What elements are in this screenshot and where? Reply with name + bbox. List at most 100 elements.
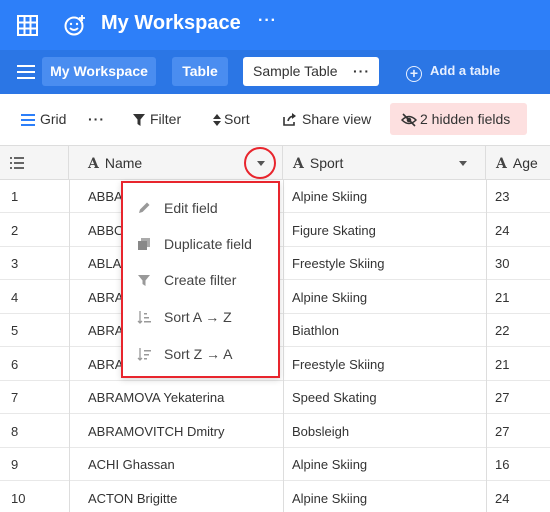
row-number-cell[interactable]: 1 (11, 180, 18, 213)
view-more-button[interactable]: ··· (88, 111, 105, 127)
row-list-icon (10, 157, 24, 169)
age-cell[interactable]: 22 (495, 314, 509, 347)
column-divider (486, 180, 487, 512)
age-cell[interactable]: 23 (495, 180, 509, 213)
name-cell[interactable]: ABLA (88, 247, 121, 280)
row-number-cell[interactable]: 2 (11, 214, 18, 247)
table-row[interactable]: 7 ABRAMOVA Yekaterina Speed Skating 27 (0, 381, 550, 414)
sport-cell[interactable]: Alpine Skiing (292, 180, 367, 213)
chevron-down-icon[interactable] (459, 161, 467, 166)
name-cell[interactable]: ABBA (88, 180, 123, 213)
sport-cell[interactable]: Biathlon (292, 314, 339, 347)
share-view-label: Share view (302, 111, 372, 127)
table-row[interactable]: 10 ACTON Brigitte Alpine Skiing 24 (0, 482, 550, 512)
grid-view-button[interactable]: Grid (21, 111, 66, 127)
duplicate-icon (138, 238, 150, 250)
sort-icon (213, 114, 221, 126)
sport-cell[interactable]: Alpine Skiing (292, 281, 367, 314)
sort-asc-icon (137, 311, 151, 324)
hidden-fields-button[interactable]: 2 hidden fields (390, 103, 527, 135)
apps-grid-icon[interactable] (17, 15, 38, 36)
menu-item-label: Duplicate field (164, 236, 252, 252)
row-number-cell[interactable]: 7 (11, 381, 18, 414)
age-cell[interactable]: 27 (495, 415, 509, 448)
filter-label: Filter (150, 111, 182, 127)
field-options-menu: Edit field Duplicate field Create filter… (121, 181, 280, 378)
age-cell[interactable]: 27 (495, 381, 509, 414)
age-cell[interactable]: 24 (495, 482, 509, 512)
row-number-header[interactable] (0, 146, 69, 180)
sport-cell[interactable]: Alpine Skiing (292, 482, 367, 512)
sort-label: Sort (224, 111, 250, 127)
table-row[interactable]: 9 ACHI Ghassan Alpine Skiing 16 (0, 448, 550, 481)
grid-list-icon (21, 114, 35, 126)
row-number-cell[interactable]: 9 (11, 448, 18, 481)
plus-circle-icon: + (406, 66, 422, 82)
filter-icon (138, 275, 150, 286)
hamburger-menu-icon[interactable] (17, 65, 35, 79)
row-number-cell[interactable]: 8 (11, 415, 18, 448)
name-cell[interactable]: ABRA (88, 314, 123, 347)
workspace-title[interactable]: My Workspace (101, 12, 241, 35)
menu-item-label: Sort A → Z (164, 309, 232, 325)
name-cell[interactable]: ABRAMOVA Yekaterina (88, 381, 224, 414)
filter-icon (133, 114, 145, 126)
name-cell[interactable]: ABRA (88, 348, 123, 381)
name-cell[interactable]: ABBO (88, 214, 124, 247)
share-view-button[interactable]: Share view (283, 111, 371, 127)
name-cell[interactable]: ABRA (88, 281, 123, 314)
workspace-more-button[interactable]: ··· (258, 12, 277, 30)
sport-cell[interactable]: Figure Skating (292, 214, 376, 247)
workspace-emoji-icon[interactable] (64, 14, 86, 36)
menu-item-label: Edit field (164, 200, 218, 216)
row-number-cell[interactable]: 4 (11, 281, 18, 314)
sort-desc-icon (137, 348, 151, 361)
column-name-label: Name (104, 155, 143, 171)
table-row[interactable]: 8 ABRAMOVITCH Dmitry Bobsleigh 27 (0, 415, 550, 448)
row-number-cell[interactable]: 10 (11, 482, 25, 512)
tab-sample-table-label: Sample Table (253, 63, 338, 79)
filter-button[interactable]: Filter (133, 111, 181, 127)
name-cell[interactable]: ABRAMOVITCH Dmitry (88, 415, 225, 448)
name-cell[interactable]: ACHI Ghassan (88, 448, 175, 481)
highlight-circle (244, 147, 276, 179)
sport-cell[interactable]: Freestyle Skiing (292, 348, 384, 381)
tab-table[interactable]: Table (172, 57, 228, 86)
eye-slash-icon (400, 113, 418, 127)
top-header: My Workspace ··· (0, 0, 550, 50)
add-table-button[interactable]: + Add a table (406, 63, 500, 82)
hidden-fields-label: 2 hidden fields (420, 111, 511, 127)
share-icon (283, 113, 296, 126)
tab-sample-table[interactable]: Sample Table ··· (243, 57, 379, 86)
column-sport-label: Sport (309, 155, 344, 171)
age-cell[interactable]: 16 (495, 448, 509, 481)
text-field-icon: A (293, 156, 304, 172)
name-cell[interactable]: ACTON Brigitte (88, 482, 177, 512)
menu-item-label: Sort Z → A (164, 346, 233, 362)
pencil-icon (139, 202, 150, 213)
column-divider (69, 180, 70, 512)
sport-cell[interactable]: Freestyle Skiing (292, 247, 384, 280)
sport-cell[interactable]: Alpine Skiing (292, 448, 367, 481)
sport-cell[interactable]: Speed Skating (292, 381, 377, 414)
add-table-label: Add a table (430, 63, 501, 78)
tab-my-workspace[interactable]: My Workspace (42, 57, 156, 86)
menu-item-label: Create filter (164, 272, 237, 288)
age-cell[interactable]: 21 (495, 348, 509, 381)
column-header-age[interactable]: A Age (486, 146, 550, 180)
grid-view-label: Grid (40, 111, 67, 127)
age-cell[interactable]: 21 (495, 281, 509, 314)
row-number-cell[interactable]: 3 (11, 247, 18, 280)
table-tab-bar: My Workspace Table Sample Table ··· + Add… (0, 50, 550, 94)
column-age-label: Age (512, 155, 538, 171)
age-cell[interactable]: 24 (495, 214, 509, 247)
tab-more-button[interactable]: ··· (353, 57, 370, 86)
sport-cell[interactable]: Bobsleigh (292, 415, 349, 448)
text-field-icon: A (88, 156, 99, 172)
row-number-cell[interactable]: 6 (11, 348, 18, 381)
age-cell[interactable]: 30 (495, 247, 509, 280)
sort-button[interactable]: Sort (213, 111, 250, 127)
column-header-sport[interactable]: A Sport (283, 146, 486, 180)
text-field-icon: A (496, 156, 507, 172)
row-number-cell[interactable]: 5 (11, 314, 18, 347)
